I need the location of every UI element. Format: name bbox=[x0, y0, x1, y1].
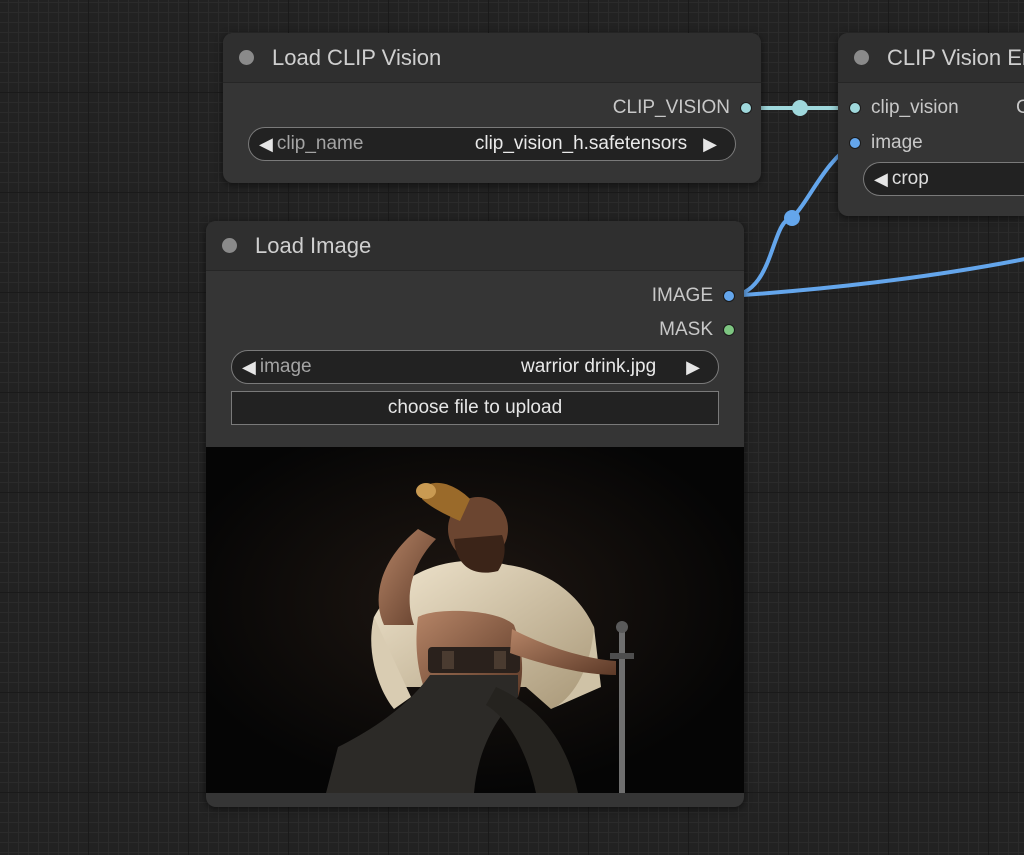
node-load-clip-vision[interactable]: Load CLIP Vision CLIP_VISION ◀ clip_name… bbox=[223, 33, 761, 183]
upload-button-label: choose file to upload bbox=[387, 397, 563, 418]
node-collapse-dot[interactable] bbox=[239, 50, 254, 65]
input-slot-clip-vision[interactable]: clip_vision bbox=[849, 96, 959, 120]
output-slot-image[interactable]: IMAGE bbox=[652, 284, 735, 308]
image-preview[interactable] bbox=[206, 447, 744, 793]
increment-arrow-icon[interactable]: ▶ bbox=[703, 134, 717, 155]
combo-value: warrior drink.jpg bbox=[521, 356, 657, 377]
input-label: image bbox=[871, 132, 923, 153]
node-load-image[interactable]: Load Image IMAGE MASK ◀ image warrior dr… bbox=[206, 221, 744, 807]
image-combo[interactable]: ◀ image warrior drink.jpg ▶ bbox=[231, 350, 719, 384]
node-title: Load CLIP Vision bbox=[272, 44, 442, 70]
input-slot-image[interactable]: image bbox=[849, 131, 923, 155]
combo-label: clip_name bbox=[276, 133, 364, 154]
output-slot-clip-vision[interactable]: CLIP_VISION bbox=[613, 96, 752, 120]
input-dot[interactable] bbox=[849, 137, 861, 149]
clip-name-combo[interactable]: ◀ clip_name clip_vision_h.safetensors ▶ bbox=[248, 127, 736, 161]
output-label: C bbox=[1016, 97, 1024, 118]
output-label: CLIP_VISION bbox=[612, 97, 730, 118]
warrior-drinking-photo-icon bbox=[206, 447, 744, 793]
output-label: MASK bbox=[659, 319, 713, 340]
node-header[interactable]: Load Image bbox=[206, 221, 744, 271]
decrement-arrow-icon[interactable]: ◀ bbox=[259, 134, 273, 155]
output-slot-mask[interactable]: MASK bbox=[659, 318, 735, 342]
node-header[interactable]: Load CLIP Vision bbox=[223, 33, 761, 83]
output-dot[interactable] bbox=[740, 102, 752, 114]
decrement-arrow-icon[interactable]: ◀ bbox=[242, 357, 256, 378]
combo-label: crop bbox=[891, 168, 929, 189]
node-title: Load Image bbox=[255, 232, 372, 258]
decrement-arrow-icon[interactable]: ◀ bbox=[874, 169, 888, 190]
node-title: CLIP Vision Encode bbox=[887, 44, 1024, 70]
image-link-offscreen[interactable] bbox=[726, 257, 1024, 298]
increment-arrow-icon[interactable]: ▶ bbox=[686, 357, 700, 378]
output-slot-clip-vision-output[interactable]: C bbox=[1016, 96, 1024, 120]
node-collapse-dot[interactable] bbox=[854, 50, 869, 65]
clip-vision-link-midpoint[interactable] bbox=[792, 100, 808, 116]
combo-label: image bbox=[259, 356, 312, 377]
output-dot[interactable] bbox=[723, 324, 735, 336]
node-clip-vision-encode[interactable]: CLIP Vision Encode clip_vision image C ◀… bbox=[838, 33, 1024, 216]
upload-button[interactable]: choose file to upload bbox=[231, 391, 719, 425]
crop-combo[interactable]: ◀ crop bbox=[863, 162, 1024, 196]
image-link-midpoint[interactable] bbox=[784, 210, 800, 226]
input-label: clip_vision bbox=[871, 97, 959, 118]
combo-value: clip_vision_h.safetensors bbox=[474, 133, 688, 154]
node-header[interactable]: CLIP Vision Encode bbox=[838, 33, 1024, 83]
output-dot[interactable] bbox=[723, 290, 735, 302]
node-collapse-dot[interactable] bbox=[222, 238, 237, 253]
input-dot[interactable] bbox=[849, 102, 861, 114]
output-label: IMAGE bbox=[651, 285, 713, 306]
